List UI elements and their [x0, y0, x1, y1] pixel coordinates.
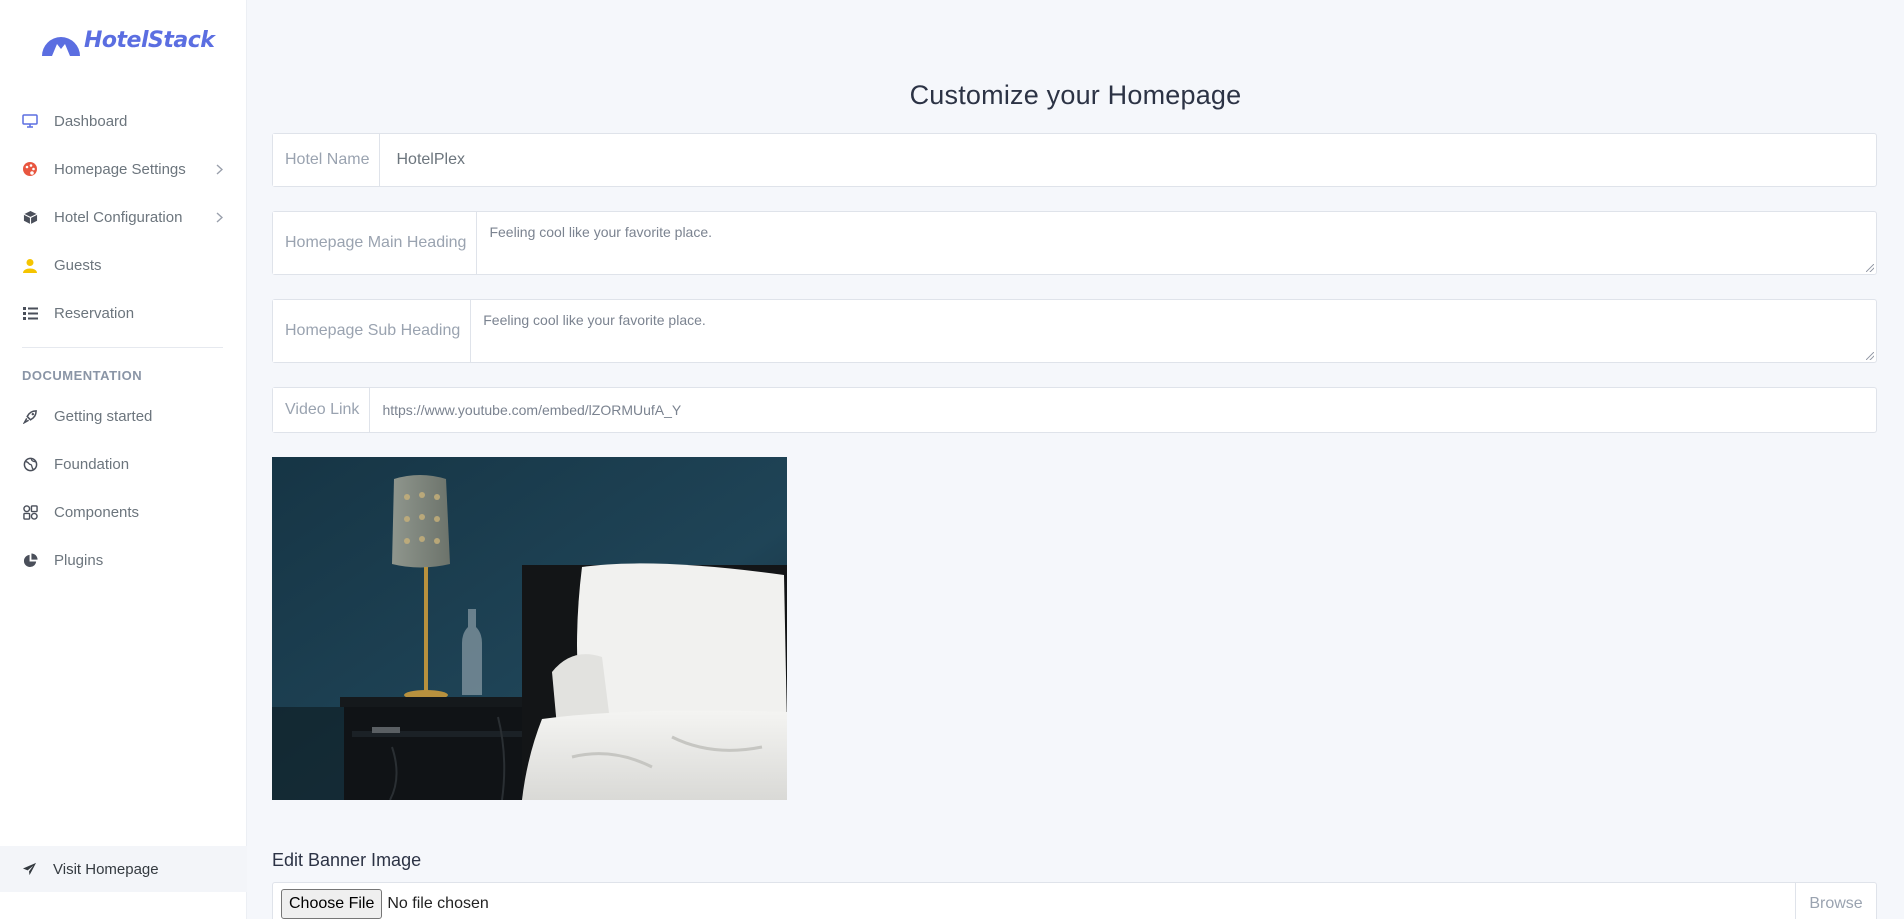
sidebar-item-label: Components — [54, 503, 140, 521]
components-icon — [22, 504, 38, 520]
user-icon — [22, 257, 38, 273]
sidebar-item-guests[interactable]: Guests — [0, 241, 247, 289]
brand-name: HotelStack — [84, 27, 215, 53]
sidebar-item-plugins[interactable]: Plugins — [0, 536, 247, 584]
sidebar-item-label: Foundation — [54, 455, 130, 473]
edit-banner-label: Edit Banner Image — [272, 850, 422, 870]
file-status: No file chosen — [387, 895, 489, 912]
main-heading-label: Homepage Main Heading — [273, 212, 478, 274]
sidebar-nav: Dashboard Homepage Settings Hotel Config… — [0, 97, 247, 584]
monitor-icon — [22, 113, 38, 129]
visit-homepage-button[interactable]: Visit Homepage — [0, 846, 247, 892]
chevron-right-icon — [216, 162, 224, 179]
hotel-name-group: Hotel Name HotelPlex — [272, 133, 1877, 187]
pie-chart-icon — [22, 552, 38, 568]
sidebar-item-homepage-settings[interactable]: Homepage Settings — [0, 145, 247, 193]
sidebar-item-reservation[interactable]: Reservation — [0, 289, 247, 337]
sidebar-item-getting-started[interactable]: Getting started — [0, 392, 247, 440]
palette-icon — [22, 161, 38, 177]
logo-icon — [42, 37, 80, 56]
sidebar-item-label: Plugins — [54, 551, 104, 569]
sidebar-item-hotel-configuration[interactable]: Hotel Configuration — [0, 193, 247, 241]
rocket-icon — [22, 408, 38, 424]
video-link-group: Video Link https://www.youtube.com/embed… — [272, 387, 1877, 433]
sidebar: HotelStack Dashboard Homepage Settings H… — [0, 0, 247, 919]
hotel-name-input[interactable]: HotelPlex — [380, 134, 1876, 186]
video-link-input[interactable]: https://www.youtube.com/embed/lZORMUufA_… — [370, 388, 1876, 432]
sidebar-item-label: Guests — [54, 256, 102, 274]
list-icon — [22, 305, 38, 321]
video-link-label: Video Link — [273, 388, 371, 432]
send-icon — [22, 862, 37, 876]
brand-logo[interactable]: HotelStack — [40, 20, 215, 60]
documentation-heading: DOCUMENTATION — [22, 368, 143, 383]
sidebar-divider — [22, 347, 223, 348]
sub-heading-label: Homepage Sub Heading — [273, 300, 472, 362]
sidebar-item-label: Homepage Settings — [54, 160, 186, 178]
page-title: Customize your Homepage — [909, 80, 1242, 110]
sub-heading-group: Homepage Sub Heading Feeling cool like y… — [272, 299, 1877, 363]
banner-file-input: Choose File No file chosen Browse — [272, 882, 1877, 919]
main-heading-group: Homepage Main Heading Feeling cool like … — [272, 211, 1877, 275]
sub-heading-textarea[interactable]: Feeling cool like your favorite place. — [471, 300, 1876, 362]
visit-homepage-label: Visit Homepage — [53, 860, 159, 878]
sidebar-item-label: Hotel Configuration — [54, 208, 183, 226]
globe-icon — [22, 456, 38, 472]
sidebar-item-dashboard[interactable]: Dashboard — [0, 97, 247, 145]
hotel-name-label: Hotel Name — [273, 134, 381, 186]
main-content: Customize your Homepage Hotel Name Hotel… — [247, 0, 1904, 919]
box-icon — [22, 209, 38, 225]
sidebar-item-label: Getting started — [54, 407, 153, 425]
browse-button[interactable]: Browse — [1795, 883, 1876, 919]
chevron-right-icon — [216, 210, 224, 227]
sidebar-item-label: Dashboard — [54, 112, 128, 130]
sidebar-item-foundation[interactable]: Foundation — [0, 440, 247, 488]
banner-image — [272, 457, 787, 800]
sidebar-item-label: Reservation — [54, 304, 135, 322]
sidebar-item-components[interactable]: Components — [0, 488, 247, 536]
choose-file-button[interactable]: Choose File — [281, 889, 383, 919]
main-heading-textarea[interactable]: Feeling cool like your favorite place. — [477, 212, 1876, 274]
